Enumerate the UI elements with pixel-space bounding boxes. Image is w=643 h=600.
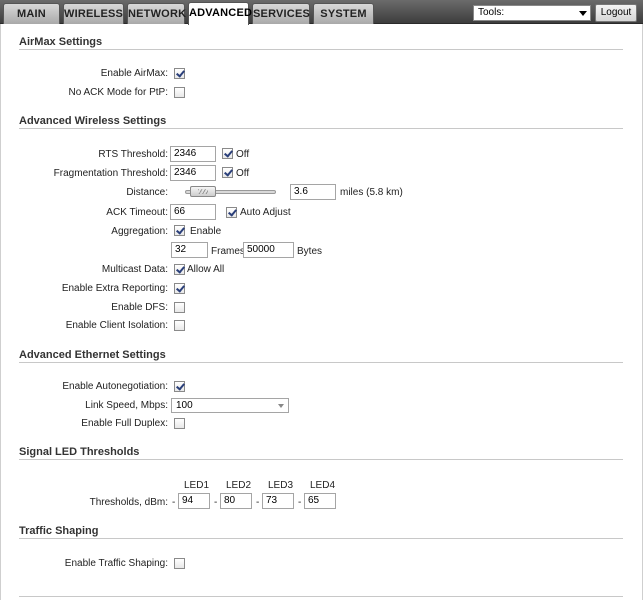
traffic-shaping-label: Enable Traffic Shaping: — [64, 558, 168, 569]
tab-network[interactable]: NETWORK — [127, 3, 186, 24]
ack-timeout-label: ACK Timeout: — [106, 207, 168, 218]
auto-adjust-checkbox[interactable] — [226, 207, 237, 218]
distance-label: Distance: — [126, 187, 168, 198]
aggregation-bytes-label: Bytes — [297, 246, 323, 257]
tab-main[interactable]: MAIN — [3, 3, 60, 24]
fragmentation-threshold-label: Fragmentation Threshold: — [53, 168, 168, 179]
autonegotiation-checkbox[interactable] — [174, 381, 185, 392]
rts-threshold-input[interactable]: 2346 — [170, 146, 216, 162]
tab-system[interactable]: SYSTEM — [313, 3, 374, 24]
tools-dropdown[interactable]: Tools: — [473, 5, 591, 21]
section-title-traffic: Traffic Shaping — [19, 525, 99, 537]
multicast-data-label: Multicast Data: — [101, 264, 168, 275]
link-speed-select[interactable]: 100 — [171, 398, 289, 413]
tab-advanced[interactable]: ADVANCED — [188, 2, 252, 25]
chevron-down-icon — [579, 11, 587, 16]
fragmentation-off-checkbox[interactable] — [222, 167, 233, 178]
led3-input[interactable]: 73 — [262, 493, 294, 509]
aggregation-bytes-input[interactable]: 50000 — [243, 242, 294, 258]
led4-header: LED4 — [310, 480, 336, 491]
led4-minus: - — [298, 497, 302, 508]
led3-header: LED3 — [268, 480, 294, 491]
extra-reporting-label: Enable Extra Reporting: — [61, 283, 168, 294]
tools-dropdown-value: Tools: — [478, 7, 505, 18]
multicast-allow-all-label: Allow All — [187, 264, 225, 275]
logout-button[interactable]: Logout — [595, 4, 637, 22]
aggregation-checkbox[interactable] — [174, 225, 185, 236]
thresholds-label: Thresholds, dBm: — [89, 497, 168, 508]
led1-header: LED1 — [184, 480, 210, 491]
led3-minus: - — [256, 497, 260, 508]
link-speed-label: Link Speed, Mbps: — [85, 400, 168, 411]
aggregation-frames-input[interactable]: 32 — [171, 242, 208, 258]
no-ack-label: No ACK Mode for PtP: — [68, 87, 169, 98]
section-divider — [19, 362, 623, 363]
autonegotiation-label: Enable Autonegotiation: — [62, 381, 168, 392]
aggregation-frames-label: Frames — [211, 246, 245, 257]
auto-adjust-label: Auto Adjust — [240, 207, 291, 218]
chevron-down-icon — [278, 404, 284, 408]
full-duplex-checkbox[interactable] — [174, 418, 185, 429]
rts-off-checkbox[interactable] — [222, 148, 233, 159]
main-content — [0, 24, 643, 600]
enable-airmax-label: Enable AirMax: — [100, 68, 168, 79]
enable-airmax-checkbox[interactable] — [174, 68, 185, 79]
distance-slider-handle[interactable] — [190, 186, 216, 197]
distance-input[interactable]: 3.6 — [290, 184, 336, 200]
led2-input[interactable]: 80 — [220, 493, 252, 509]
section-divider — [19, 459, 623, 460]
top-nav-bar: MAIN WIRELESS NETWORK ADVANCED SERVICES … — [0, 0, 643, 25]
extra-reporting-checkbox[interactable] — [174, 283, 185, 294]
section-title-led: Signal LED Thresholds — [19, 446, 140, 458]
ack-timeout-input[interactable]: 66 — [170, 204, 216, 220]
section-title-ethernet: Advanced Ethernet Settings — [19, 349, 166, 361]
tab-wireless[interactable]: WIRELESS — [63, 3, 124, 24]
client-isolation-checkbox[interactable] — [174, 320, 185, 331]
traffic-shaping-checkbox[interactable] — [174, 558, 185, 569]
link-speed-value: 100 — [176, 400, 193, 411]
section-divider — [19, 128, 623, 129]
section-divider — [19, 538, 623, 539]
multicast-data-checkbox[interactable] — [174, 264, 185, 275]
led2-minus: - — [214, 497, 218, 508]
grip-icon — [198, 189, 208, 194]
dfs-label: Enable DFS: — [111, 302, 168, 313]
tab-services[interactable]: SERVICES — [252, 3, 310, 24]
section-title-airmax: AirMax Settings — [19, 36, 103, 48]
section-divider — [19, 596, 623, 597]
fragmentation-off-label: Off — [236, 168, 250, 179]
fragmentation-threshold-input[interactable]: 2346 — [170, 165, 216, 181]
distance-unit-label: miles (5.8 km) — [340, 187, 403, 198]
aggregation-enable-label: Enable — [190, 226, 222, 237]
section-divider — [19, 49, 623, 50]
led2-header: LED2 — [226, 480, 252, 491]
section-title-wireless: Advanced Wireless Settings — [19, 115, 167, 127]
rts-threshold-label: RTS Threshold: — [98, 149, 168, 160]
no-ack-checkbox[interactable] — [174, 87, 185, 98]
led1-input[interactable]: 94 — [178, 493, 210, 509]
client-isolation-label: Enable Client Isolation: — [65, 320, 168, 331]
aggregation-label: Aggregation: — [111, 226, 168, 237]
rts-off-label: Off — [236, 149, 250, 160]
full-duplex-label: Enable Full Duplex: — [81, 418, 168, 429]
led1-minus: - — [172, 497, 176, 508]
dfs-checkbox[interactable] — [174, 302, 185, 313]
led4-input[interactable]: 65 — [304, 493, 336, 509]
